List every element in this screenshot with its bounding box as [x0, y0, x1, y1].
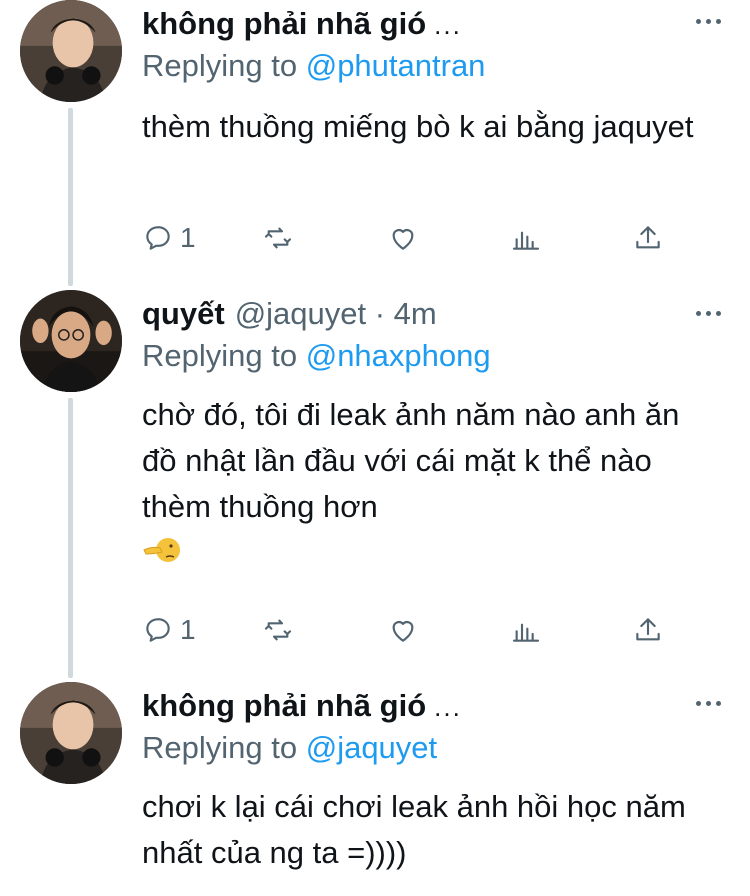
- pointing-face-emoji: [142, 530, 182, 583]
- reply-button[interactable]: 1: [142, 218, 196, 258]
- reply-count: 1: [180, 614, 196, 645]
- like-button[interactable]: [387, 610, 419, 650]
- tweet-text-content: chờ đó, tôi đi leak ảnh năm nào anh ăn đ…: [142, 397, 680, 524]
- heart-icon: [392, 229, 414, 250]
- tweet[interactable]: không phải nhã gió... Replying to @jaquy…: [0, 682, 750, 896]
- reply-icon: [146, 226, 170, 250]
- tweet-text: chờ đó, tôi đi leak ảnh năm nào anh ăn đ…: [142, 392, 722, 583]
- analytics-icon: [512, 623, 540, 642]
- reply-button[interactable]: 1: [142, 610, 196, 650]
- share-button[interactable]: [632, 610, 664, 650]
- name-truncation: ...: [434, 10, 462, 40]
- share-icon: [636, 618, 660, 641]
- tweet-actions: 1: [142, 610, 672, 650]
- tweet-header: quyết @jaquyet · 4m: [142, 294, 437, 334]
- retweet-button[interactable]: [262, 610, 294, 650]
- retweet-icon: [264, 619, 292, 641]
- tweet-actions: 1: [142, 218, 672, 258]
- avatar[interactable]: [20, 0, 122, 102]
- more-options-icon[interactable]: [696, 690, 722, 716]
- more-options-icon[interactable]: [696, 8, 722, 34]
- display-name[interactable]: quyết: [142, 296, 225, 331]
- display-name[interactable]: không phải nhã gió: [142, 688, 426, 723]
- analytics-button[interactable]: [510, 218, 542, 258]
- replying-to: Replying to @nhaxphong: [142, 338, 491, 374]
- replying-label: Replying to: [142, 338, 298, 373]
- share-button[interactable]: [632, 218, 664, 258]
- replying-label: Replying to: [142, 48, 298, 83]
- avatar[interactable]: [20, 682, 122, 784]
- share-icon: [636, 226, 660, 249]
- tweet[interactable]: không phải nhã gió... Replying to @phuta…: [0, 0, 750, 290]
- retweet-icon: [264, 227, 292, 249]
- tweet-text: thèm thuồng miếng bò k ai bằng jaquyet: [142, 109, 694, 144]
- tweet-header: không phải nhã gió...: [142, 686, 462, 726]
- like-button[interactable]: [387, 218, 419, 258]
- tweet[interactable]: quyết @jaquyet · 4m Replying to @nhaxphon…: [0, 290, 750, 680]
- reply-icon: [146, 618, 170, 642]
- replying-label: Replying to: [142, 730, 298, 765]
- display-name[interactable]: không phải nhã gió: [142, 6, 426, 41]
- retweet-button[interactable]: [262, 218, 294, 258]
- analytics-icon: [512, 231, 540, 250]
- mention-link[interactable]: @phutantran: [306, 48, 486, 83]
- name-truncation: ...: [434, 692, 462, 722]
- replying-to: Replying to @jaquyet: [142, 730, 437, 766]
- analytics-button[interactable]: [510, 610, 542, 650]
- reply-count: 1: [180, 222, 196, 253]
- tweet-text: chơi k lại cái chơi leak ảnh hồi học năm…: [142, 789, 686, 870]
- mention-link[interactable]: @nhaxphong: [306, 338, 491, 373]
- handle-and-time[interactable]: @jaquyet · 4m: [235, 296, 437, 331]
- heart-icon: [392, 621, 414, 642]
- avatar[interactable]: [20, 290, 122, 392]
- mention-link[interactable]: @jaquyet: [306, 730, 437, 765]
- more-options-icon[interactable]: [696, 300, 722, 326]
- tweet-header: không phải nhã gió...: [142, 4, 462, 44]
- replying-to: Replying to @phutantran: [142, 48, 485, 84]
